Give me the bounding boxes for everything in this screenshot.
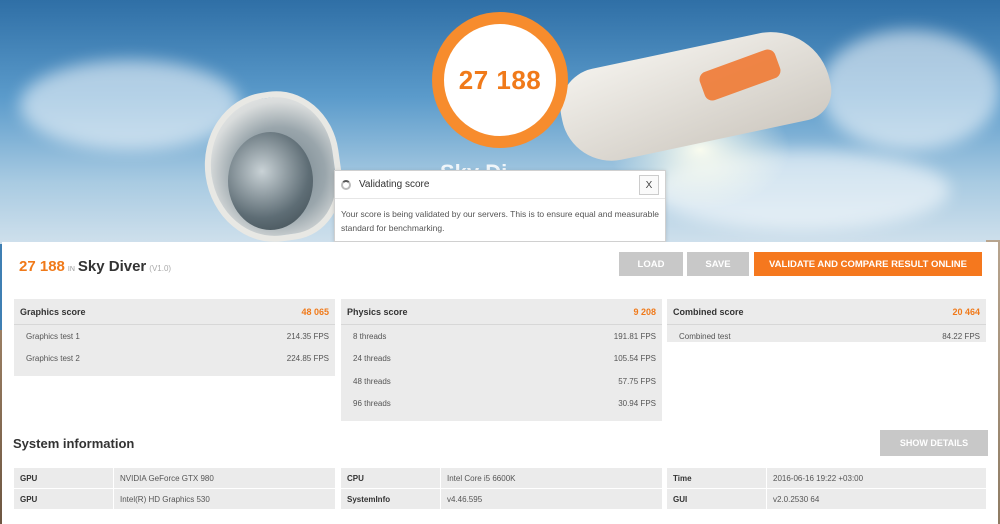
combined-score-label: Combined score (673, 306, 744, 317)
system-info-title: System information (13, 436, 135, 451)
graphics-score-label: Graphics score (20, 306, 86, 317)
table-row: Time 2016-06-16 19:22 +03:00 (667, 468, 986, 489)
table-row: GPU NVIDIA GeForce GTX 980 (14, 468, 335, 489)
physics-score-value: 9 208 (633, 306, 656, 317)
benchmark-version: (V1.0) (149, 264, 172, 273)
physics-score-label: Physics score (347, 306, 408, 317)
list-item: 96 threads 30.94 FPS (353, 399, 656, 409)
loading-spinner-icon (341, 179, 351, 190)
benchmark-name: Sky Diver (77, 258, 147, 275)
graphics-score-value: 48 065 (301, 306, 329, 317)
score-badge: 27 188 (432, 12, 568, 148)
table-row: SystemInfo v4.46.595 (341, 489, 662, 510)
dialog-title: Validating score (359, 179, 430, 190)
list-item: 48 threads 57.75 FPS (353, 376, 656, 386)
combined-score-value: 20 464 (952, 306, 980, 317)
dialog-message: Your score is being validated by our ser… (341, 209, 659, 233)
list-item: Combined test 84.22 FPS (679, 331, 980, 341)
load-button[interactable]: LOAD (619, 252, 683, 276)
combined-score-box: Combined score 20 464 Combined test 84.2… (667, 299, 986, 342)
result-score: 27 188 (19, 258, 65, 275)
table-row: CPU Intel Core i5 6600K (341, 468, 662, 489)
show-details-button[interactable]: SHOW DETAILS (880, 430, 988, 456)
list-item: Graphics test 1 214.35 FPS (26, 331, 329, 341)
graphics-score-box: Graphics score 48 065 Graphics test 1 21… (14, 299, 335, 376)
validate-compare-button[interactable]: VALIDATE AND COMPARE RESULT ONLINE (754, 252, 982, 276)
system-info-table: GPU NVIDIA GeForce GTX 980 GPU Intel(R) … (14, 468, 335, 510)
table-row: GPU Intel(R) HD Graphics 530 (14, 489, 335, 510)
system-info-table: CPU Intel Core i5 6600K SystemInfo v4.46… (341, 468, 662, 510)
validating-dialog: Validating score X Your score is being v… (334, 170, 666, 242)
save-button[interactable]: SAVE (687, 252, 749, 276)
close-button[interactable]: X (639, 175, 659, 195)
list-item: Graphics test 2 224.85 FPS (26, 354, 329, 364)
score-badge-value: 27 188 (458, 64, 542, 95)
result-panel: 27 188 IN Sky Diver (V1.0) LOAD SAVE VAL… (2, 242, 998, 524)
result-title: 27 188 IN Sky Diver (V1.0) (19, 258, 172, 275)
table-row: GUI v2.0.2530 64 (667, 489, 986, 510)
list-item: 24 threads 105.54 FPS (353, 354, 656, 364)
system-info-table: Time 2016-06-16 19:22 +03:00 GUI v2.0.25… (667, 468, 986, 510)
physics-score-box: Physics score 9 208 8 threads 191.81 FPS… (341, 299, 662, 421)
list-item: 8 threads 191.81 FPS (353, 331, 656, 341)
